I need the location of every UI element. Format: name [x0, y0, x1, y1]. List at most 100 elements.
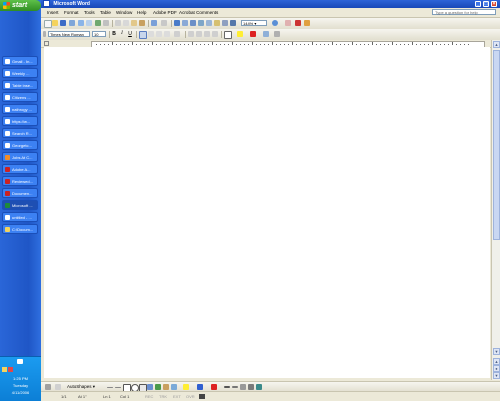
vertical-scrollbar[interactable]: ▲ ▼ ▲ ● ▼ [491, 40, 500, 380]
permission-icon[interactable] [69, 20, 75, 26]
arrow-style-icon[interactable] [240, 384, 246, 390]
read-icon[interactable] [285, 20, 291, 26]
redo-icon[interactable] [161, 20, 167, 26]
spelling-icon[interactable] [95, 20, 101, 26]
line-tool-icon[interactable] [107, 387, 113, 388]
align-left-icon[interactable] [139, 31, 147, 39]
scroll-up-button[interactable]: ▲ [493, 41, 500, 48]
menu-tools[interactable]: Tools [84, 10, 95, 15]
print-preview-icon[interactable] [86, 20, 92, 26]
justify-icon[interactable] [164, 31, 170, 37]
acrobat-email-icon[interactable] [304, 20, 310, 26]
help-question-input[interactable]: Type a question for help [432, 9, 496, 15]
taskbar-button[interactable]: Jobs At C... [2, 152, 38, 162]
tray-app-icon[interactable] [2, 367, 7, 372]
taskbar-button[interactable]: Gmail - In... [2, 56, 38, 66]
increase-indent-icon[interactable] [212, 31, 218, 37]
speaker-icon[interactable] [17, 359, 23, 364]
next-page-icon[interactable]: ▼ [493, 372, 500, 379]
previous-page-icon[interactable]: ▲ [493, 358, 500, 365]
line-style-icon[interactable] [224, 386, 230, 388]
menu-table[interactable]: Table [100, 10, 111, 15]
taskbar-button[interactable]: nathrogy ... [2, 104, 38, 114]
format-painter-icon[interactable] [139, 20, 145, 26]
tables-borders-icon[interactable] [182, 20, 188, 26]
help-icon[interactable] [272, 20, 278, 26]
drawing-icon[interactable] [214, 20, 220, 26]
select-objects-icon[interactable] [55, 384, 61, 390]
show-hide-icon[interactable] [230, 20, 236, 26]
network-icon[interactable] [8, 367, 13, 372]
insert-excel-icon[interactable] [198, 20, 204, 26]
taskbar-button[interactable]: Microsoft ... [2, 200, 38, 210]
align-center-icon[interactable] [148, 31, 154, 37]
adobe-pdf-icon[interactable] [295, 20, 301, 26]
font-size-select[interactable]: 10 [92, 31, 106, 37]
taskbar-button[interactable]: Weekly ... [2, 68, 38, 78]
insert-table-icon[interactable] [190, 20, 196, 26]
undo-icon[interactable] [151, 20, 157, 26]
3d-style-icon[interactable] [256, 384, 262, 390]
menu-format[interactable]: Format [64, 10, 79, 15]
document-page[interactable] [44, 47, 490, 378]
taskbar-button[interactable]: Adobe A... [2, 164, 38, 174]
insert-hyperlink-icon[interactable] [174, 20, 180, 26]
start-button[interactable]: start [0, 0, 41, 11]
taskbar-button[interactable]: untitled - ... [2, 212, 38, 222]
spelling-status-icon[interactable] [199, 394, 205, 399]
document-map-icon[interactable] [222, 20, 228, 26]
minimize-button[interactable]: _ [475, 1, 481, 7]
taskbar-button[interactable]: Search R... [2, 128, 38, 138]
research-icon[interactable] [103, 20, 109, 26]
decrease-indent-icon[interactable] [204, 31, 210, 37]
wordart-icon[interactable] [147, 384, 153, 390]
styles-icon[interactable] [263, 31, 269, 37]
font-color-icon[interactable] [250, 31, 256, 37]
scroll-down-button[interactable]: ▼ [493, 348, 500, 355]
zoom-select[interactable]: 144% ▾ [241, 20, 267, 26]
menu-insert[interactable]: Insert [47, 10, 59, 15]
shadow-style-icon[interactable] [248, 384, 254, 390]
align-right-icon[interactable] [156, 31, 162, 37]
taskbar-button[interactable]: C:\Docum... [2, 224, 38, 234]
taskbar-button[interactable]: https://w... [2, 116, 38, 126]
underline-button[interactable]: U [127, 31, 133, 37]
arrow-tool-icon[interactable] [115, 387, 121, 388]
menu-window[interactable]: Window [116, 10, 132, 15]
copy-icon[interactable] [123, 20, 129, 26]
maximize-button[interactable]: □ [483, 1, 489, 7]
draw-font-color-icon[interactable] [211, 384, 217, 390]
open-folder-icon[interactable] [52, 20, 58, 26]
dash-style-icon[interactable] [232, 386, 238, 388]
taskbar-button[interactable]: Documen... [2, 188, 38, 198]
menu-acrobat-comments[interactable]: Acrobat Comments [179, 10, 218, 15]
columns-icon[interactable] [206, 20, 212, 26]
numbering-icon[interactable] [188, 31, 194, 37]
autoshapes-menu[interactable]: AutoShapes ▾ [67, 384, 95, 390]
select-browse-object-icon[interactable]: ● [493, 365, 500, 372]
clip-art-icon[interactable] [163, 384, 169, 390]
fill-color-icon[interactable] [183, 384, 189, 390]
bold-button[interactable]: B [111, 31, 117, 37]
taskbar-button[interactable]: Citizens ... [2, 92, 38, 102]
toolbar-options-icon[interactable] [274, 31, 280, 37]
save-icon[interactable] [60, 20, 66, 26]
taskbar-button[interactable]: Georgetc... [2, 140, 38, 150]
clock-time[interactable]: 1:25 PM [0, 376, 41, 381]
font-name-select[interactable]: Times New Roman [48, 31, 90, 37]
highlight-icon[interactable] [237, 31, 243, 37]
menu-help[interactable]: Help [137, 10, 146, 15]
bullets-icon[interactable] [196, 31, 202, 37]
tab-selector-icon[interactable] [44, 41, 49, 46]
menu-adobe-pdf[interactable]: Adobe PDF [153, 10, 177, 15]
cut-icon[interactable] [115, 20, 121, 26]
borders-icon[interactable] [224, 31, 232, 39]
title-bar[interactable]: Microsoft Word _ □ × [41, 0, 500, 8]
taskbar-button[interactable]: Reviewed... [2, 176, 38, 186]
scroll-thumb[interactable] [493, 50, 500, 240]
diagram-icon[interactable] [155, 384, 161, 390]
taskbar-button[interactable]: Table inse... [2, 80, 38, 90]
new-document-icon[interactable] [44, 20, 52, 28]
paste-icon[interactable] [131, 20, 137, 26]
print-icon[interactable] [78, 20, 84, 26]
